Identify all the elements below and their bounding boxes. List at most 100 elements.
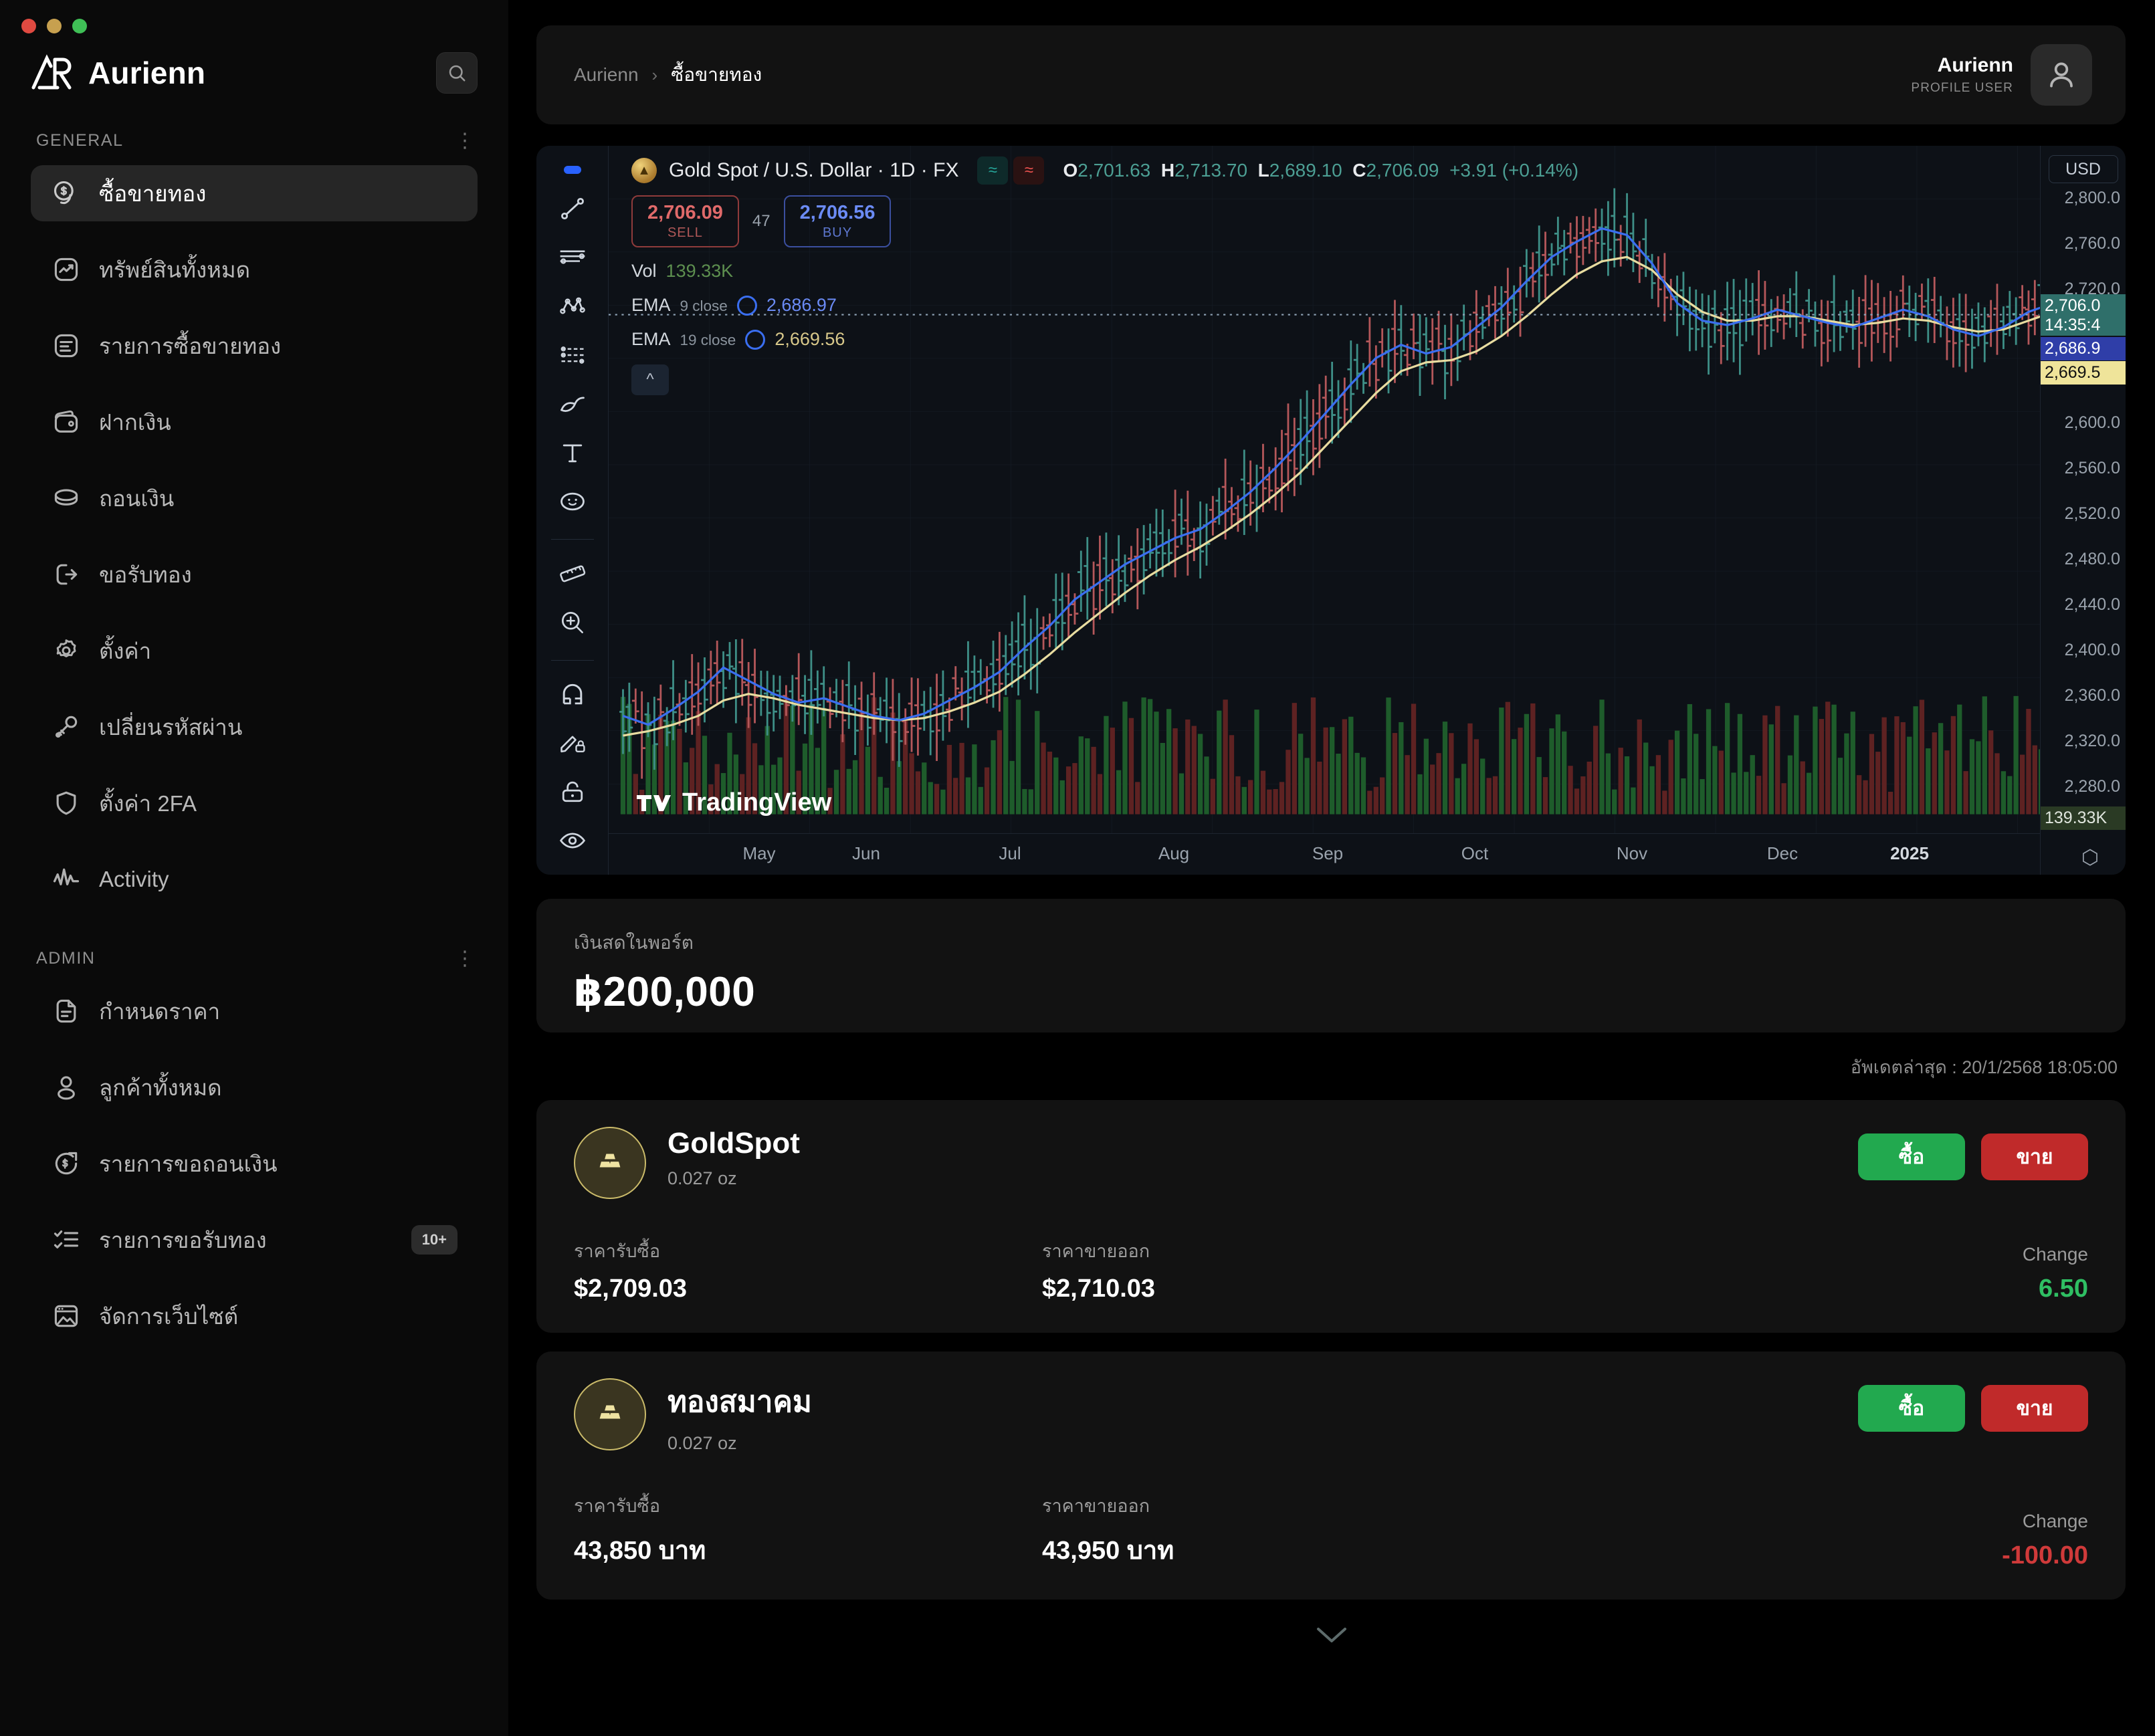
gear-icon: [51, 635, 82, 666]
sidebar-item-change-password[interactable]: เปลี่ยนรหัสผ่าน: [31, 699, 478, 755]
chart-plot-area[interactable]: ▲ Gold Spot / U.S. Dollar · 1D · FX ≈ ≈ …: [609, 146, 2126, 875]
volume-axis-tag: 139.33K: [2041, 806, 2126, 830]
lock-icon[interactable]: [554, 777, 591, 807]
sidebar-item-trade-history[interactable]: รายการซื้อขายทอง: [31, 318, 478, 374]
chevron-down-icon: [1313, 1622, 1350, 1650]
magnet-tool-icon[interactable]: [554, 679, 591, 710]
sidebar-item-manage-website[interactable]: จัดการเว็บไซต์: [31, 1288, 478, 1344]
bid-price-block: ราคารับซื้อ $2,709.03: [574, 1236, 1042, 1303]
chart-drawing-toolbar[interactable]: [536, 146, 609, 875]
ohlc-h-label: H: [1161, 160, 1174, 181]
ask-label: ราคาขายออก: [1042, 1236, 2023, 1265]
horizontal-lines-tool-icon[interactable]: [554, 243, 591, 273]
sidebar-item-2fa[interactable]: ตั้งค่า 2FA: [31, 775, 478, 831]
ema19-indicator[interactable]: EMA 19 close 2,669.56: [631, 329, 1578, 350]
ohlc-c-label: C: [1352, 160, 1366, 181]
eye-icon[interactable]: [554, 826, 591, 856]
profile-menu[interactable]: Aurienn PROFILE USER: [1911, 44, 2092, 106]
sidebar-item-activity[interactable]: Activity: [31, 851, 478, 907]
chart-style-icon[interactable]: ≈: [977, 156, 1008, 185]
sidebar-item-request-gold[interactable]: ขอรับทอง: [31, 546, 478, 603]
brush-tool-icon[interactable]: [554, 389, 591, 419]
price-axis[interactable]: USD 2,800.0 2,760.0 2,720.0 2,706.0 14:3…: [2040, 146, 2126, 875]
close-window-button[interactable]: [21, 19, 36, 33]
sell-quote-button[interactable]: 2,706.09 SELL: [631, 195, 739, 247]
brand-name: Aurienn: [88, 55, 205, 91]
ema9-price-tag: 2,686.9: [2041, 337, 2126, 360]
pattern-tool-icon[interactable]: [554, 292, 591, 322]
fib-tool-icon[interactable]: [554, 340, 591, 370]
expand-more-button[interactable]: [508, 1622, 2155, 1650]
sell-button[interactable]: ขาย: [1981, 1133, 2088, 1180]
status-badge: 10+: [411, 1225, 457, 1255]
text-tool-icon[interactable]: [554, 438, 591, 468]
sidebar-item-all-assets[interactable]: ทรัพย์สินทั้งหมด: [31, 241, 478, 298]
chart-compare-icon[interactable]: ≈: [1013, 156, 1044, 185]
asset-card-goldspot[interactable]: GoldSpot 0.027 oz ซื้อ ขาย ราคารับซื้อ $…: [536, 1100, 2126, 1333]
sidebar-item-set-price[interactable]: กำหนดราคา: [31, 983, 478, 1039]
time-tick: Nov: [1617, 843, 1647, 864]
emoji-tool-icon[interactable]: [554, 486, 591, 516]
currency-pill[interactable]: USD: [2049, 155, 2118, 183]
price-tick: 2,800.0: [2065, 189, 2120, 208]
ema9-params: 9 close: [680, 298, 728, 314]
change-label: Change: [2002, 1511, 2088, 1532]
cursor-tool-indicator[interactable]: [564, 166, 581, 174]
buy-quote-button[interactable]: 2,706.56 BUY: [784, 195, 892, 247]
sell-price: 2,706.09: [647, 202, 723, 223]
ema9-indicator[interactable]: EMA 9 close 2,686.97: [631, 295, 1578, 316]
key-icon: [51, 712, 82, 742]
trendline-tool-icon[interactable]: [554, 194, 591, 224]
sell-button[interactable]: ขาย: [1981, 1385, 2088, 1432]
sidebar-item-all-customers[interactable]: ลูกค้าทั้งหมด: [31, 1059, 478, 1115]
time-axis[interactable]: May Jun Jul Aug Sep Oct Nov Dec 2025: [609, 833, 2040, 875]
change-block: Change 6.50: [2023, 1244, 2088, 1303]
ohlc-change: +3.91 (+0.14%): [1449, 160, 1578, 181]
sidebar-item-trade-gold[interactable]: ซื้อขายทอง: [31, 165, 478, 221]
chart-symbol[interactable]: Gold Spot / U.S. Dollar · 1D · FX: [669, 159, 958, 182]
main-content: Aurienn › ซื้อขายทอง Aurienn PROFILE USE…: [508, 0, 2155, 1736]
chevron-up-icon[interactable]: ^: [631, 364, 669, 395]
section-title: GENERAL: [36, 131, 124, 150]
buy-button[interactable]: ซื้อ: [1858, 1133, 1965, 1180]
ema19-params: 19 close: [680, 332, 736, 348]
minimize-window-button[interactable]: [47, 19, 62, 33]
sidebar-item-label: รายการขอรับทอง: [99, 1222, 267, 1258]
sidebar-item-gold-requests[interactable]: รายการขอรับทอง 10+: [31, 1212, 478, 1268]
avatar[interactable]: [2031, 44, 2092, 106]
window-traffic-lights[interactable]: [21, 19, 87, 33]
sidebar-section-general-header: GENERAL ⋮: [0, 131, 508, 150]
sidebar-item-withdraw-requests[interactable]: รายการขอถอนเงิน: [31, 1135, 478, 1192]
drawing-lock-icon[interactable]: [554, 728, 591, 758]
price-tick: 2,320.0: [2065, 732, 2120, 751]
ema9-label: EMA: [631, 295, 671, 316]
change-block: Change -100.00: [2002, 1511, 2088, 1570]
search-icon[interactable]: [436, 52, 478, 94]
zoom-tool-icon[interactable]: [554, 607, 591, 637]
sidebar-item-deposit[interactable]: ฝากเงิน: [31, 394, 478, 450]
sell-label: SELL: [647, 225, 723, 241]
maximize-window-button[interactable]: [72, 19, 87, 33]
price-tick: 2,560.0: [2065, 459, 2120, 478]
shield-icon: [51, 788, 82, 819]
buy-button[interactable]: ซื้อ: [1858, 1385, 1965, 1432]
kebab-menu-icon[interactable]: ⋮: [455, 136, 475, 146]
kebab-menu-icon[interactable]: ⋮: [455, 954, 475, 964]
breadcrumb-root[interactable]: Aurienn: [574, 64, 639, 86]
sidebar-item-label: ฝากเงิน: [99, 405, 171, 440]
activity-pulse-icon: [51, 864, 82, 895]
tradingview-chart[interactable]: ▲ Gold Spot / U.S. Dollar · 1D · FX ≈ ≈ …: [536, 146, 2126, 875]
sidebar-item-settings[interactable]: ตั้งค่า: [31, 623, 478, 679]
ohlc-c: 2,706.09: [1366, 160, 1439, 181]
sidebar-item-withdraw[interactable]: ถอนเงิน: [31, 470, 478, 526]
chevron-right-icon: ›: [652, 65, 658, 86]
asset-card-thai-gold[interactable]: ทองสมาคม 0.027 oz ซื้อ ขาย ราคารับซื้อ 4…: [536, 1351, 2126, 1600]
toolbar-divider: [551, 660, 594, 661]
wallet-icon: [51, 407, 82, 437]
volume-indicator[interactable]: Vol 139.33K: [631, 261, 1578, 282]
coins-dollar-icon: [51, 178, 82, 209]
gear-hex-icon[interactable]: ⬡: [2081, 846, 2099, 869]
measure-tool-icon[interactable]: [554, 558, 591, 588]
ohlc-l-label: L: [1258, 160, 1269, 181]
dollar-arrow-icon: [51, 1148, 82, 1179]
